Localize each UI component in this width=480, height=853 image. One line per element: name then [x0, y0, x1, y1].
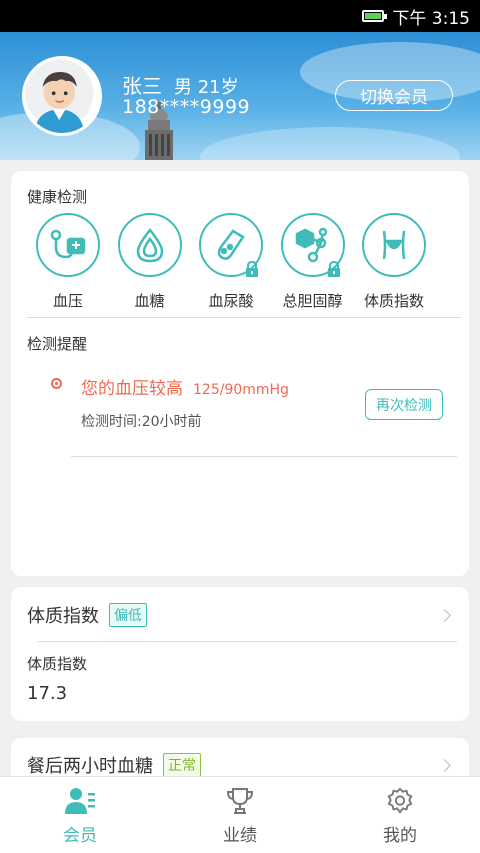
reminder-value: 125/90mmHg: [193, 382, 289, 398]
bmi-card-title: 体质指数: [27, 606, 99, 627]
reminder-time: 检测时间:20小时前: [81, 414, 202, 430]
bmi-card-header: 体质指数 偏低: [27, 602, 147, 628]
health-check-title: 健康检测: [27, 188, 88, 206]
divider: [71, 456, 457, 457]
tab-mine[interactable]: 我的: [320, 777, 480, 853]
tab-label: 我的: [383, 826, 417, 846]
lock-icon: [246, 261, 258, 277]
molecule-icon: [295, 227, 327, 263]
status-badge: 正常: [163, 753, 201, 777]
tab-performance[interactable]: 业绩: [160, 777, 320, 853]
status-bar: 下午 3:15: [0, 0, 480, 32]
avatar[interactable]: [22, 56, 102, 136]
health-check-items: 血压 血糖 血尿酸 总胆固醇 体质指数: [27, 213, 435, 311]
body-icon: [382, 230, 406, 260]
check-item-label: 总胆固醇: [282, 292, 343, 310]
divider: [27, 317, 461, 318]
status-badge: 偏低: [109, 603, 147, 627]
check-item-blood-sugar[interactable]: 血糖: [109, 213, 191, 311]
reminder-text: 您的血压较高: [81, 379, 183, 399]
check-item-label: 血尿酸: [208, 292, 254, 310]
chevron-right-icon[interactable]: [438, 609, 451, 622]
check-item-bmi[interactable]: 体质指数: [353, 213, 435, 311]
check-item-label: 血压: [52, 292, 83, 310]
flask-icon: [217, 229, 245, 260]
tab-label: 业绩: [223, 826, 257, 846]
recheck-button[interactable]: 再次检测: [365, 389, 443, 420]
tab-member[interactable]: 会员: [0, 777, 160, 853]
battery-icon: [362, 10, 388, 22]
divider: [37, 641, 457, 642]
blood-pressure-icon: [50, 229, 86, 259]
check-item-label: 血糖: [134, 292, 165, 310]
tab-label: 会员: [63, 826, 97, 846]
trophy-icon: [226, 788, 254, 814]
switch-member-button[interactable]: 切换会员: [335, 80, 453, 111]
chevron-right-icon[interactable]: [438, 759, 451, 772]
member-name: 张三: [122, 74, 162, 98]
settings-icon: [387, 787, 413, 814]
check-item-label: 体质指数: [363, 292, 424, 310]
health-check-card: 健康检测 血压 血糖 血尿酸 总胆固醇 体质指数 检测提醒 您的血压较高 125…: [11, 171, 469, 576]
member-name-row: 张三 男 21岁: [122, 70, 239, 99]
glucose-card-title: 餐后两小时血糖: [27, 756, 153, 777]
check-item-blood-pressure[interactable]: 血压: [27, 213, 109, 311]
bmi-metric-label: 体质指数: [27, 655, 88, 673]
bottom-tab-bar: 会员 业绩 我的: [0, 776, 480, 853]
glucose-card-header: 餐后两小时血糖 正常: [27, 752, 201, 778]
member-phone: 188****9999: [122, 96, 251, 118]
bmi-card[interactable]: 体质指数 偏低 体质指数 17.3: [11, 587, 469, 721]
bmi-metric-value: 17.3: [27, 683, 68, 704]
lock-icon: [327, 261, 340, 277]
member-header: 张三 男 21岁 188****9999 切换会员: [0, 32, 480, 160]
reminder-message: 您的血压较高 125/90mmHg: [81, 374, 289, 399]
blood-drop-icon: [136, 227, 163, 263]
status-time: 下午 3:15: [392, 8, 470, 29]
reminder-title: 检测提醒: [27, 335, 88, 353]
alert-dot-icon: [51, 378, 62, 389]
check-item-cholesterol[interactable]: 总胆固醇: [272, 213, 354, 311]
member-icon: [65, 788, 95, 814]
check-item-uric-acid[interactable]: 血尿酸: [190, 213, 272, 311]
